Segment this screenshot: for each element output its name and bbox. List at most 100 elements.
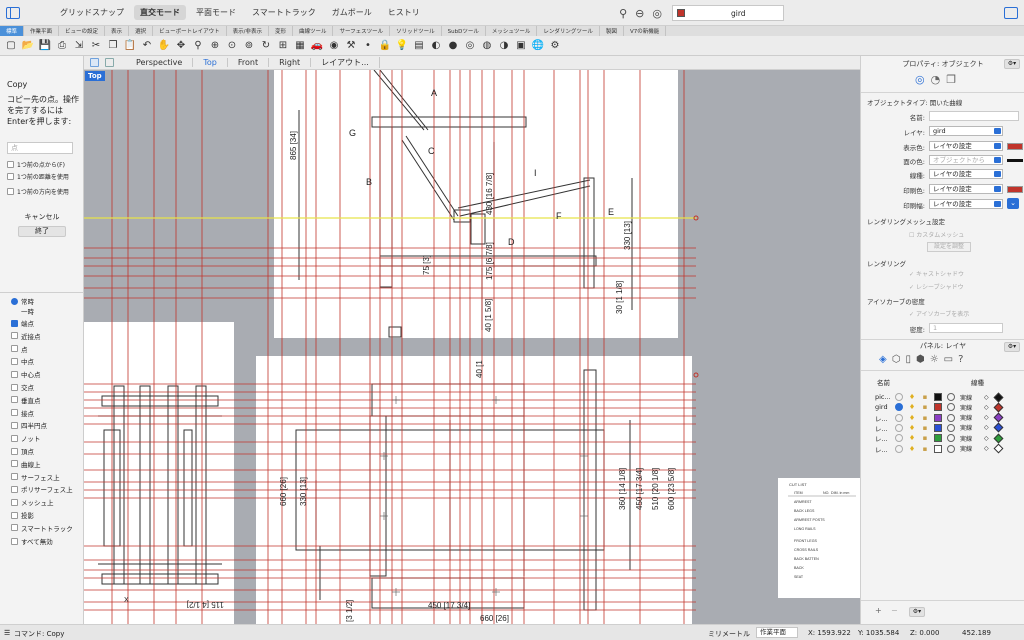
- checkbox[interactable]: [11, 460, 18, 468]
- checkbox[interactable]: [11, 345, 18, 353]
- checkbox[interactable]: [11, 421, 18, 429]
- print-color-diamond[interactable]: [993, 443, 1004, 454]
- sun-icon[interactable]: ☼: [930, 354, 939, 365]
- chevron-down-icon[interactable]: ⌄: [1007, 198, 1019, 209]
- lock-icon[interactable]: ▪: [921, 403, 929, 411]
- layer-row[interactable]: レ... ♦ ▪ 実線 ◇: [875, 412, 1024, 423]
- filter-icon[interactable]: ⚲: [619, 7, 627, 20]
- checkbox[interactable]: [11, 524, 18, 532]
- checkbox[interactable]: [11, 473, 18, 481]
- receive-shadows-option[interactable]: ✓ レシーブシャドウ: [909, 282, 964, 291]
- viewport-layout-icon[interactable]: [90, 58, 99, 67]
- print-color-diamond[interactable]: [993, 412, 1004, 423]
- toolbar-tab[interactable]: メッシュツール: [486, 26, 538, 36]
- custom-mesh-option[interactable]: ☐ カスタムメッシュ: [909, 230, 964, 239]
- bulb-icon[interactable]: ♦: [908, 434, 916, 442]
- osnap-item[interactable]: 端点: [11, 318, 34, 328]
- viewport-maximize-icon[interactable]: [105, 58, 114, 67]
- mode-grid-snap[interactable]: グリッドスナップ: [54, 5, 130, 20]
- dark-sphere-icon[interactable]: ◑: [497, 39, 511, 53]
- paste-icon[interactable]: 📋: [123, 39, 137, 53]
- osnap-item[interactable]: 四半円点: [11, 420, 47, 430]
- toolbar-tab[interactable]: V7の新機能: [624, 26, 667, 36]
- cancel-button[interactable]: キャンセル: [20, 212, 64, 222]
- lock-icon[interactable]: ▪: [921, 393, 929, 401]
- layer-color-swatch[interactable]: [934, 423, 942, 432]
- checkbox[interactable]: [7, 173, 14, 180]
- checkbox[interactable]: [11, 447, 18, 455]
- print-color-diamond[interactable]: [993, 422, 1004, 433]
- layer-color-swatch[interactable]: [934, 413, 942, 422]
- rotate-view-icon[interactable]: ↻: [259, 39, 273, 53]
- osnap-item[interactable]: 接点: [11, 408, 34, 418]
- option-use-last-distance[interactable]: 1つ前の距離を使用: [7, 172, 69, 181]
- right-sidebar-toggle-icon[interactable]: [1004, 7, 1018, 19]
- layer-row[interactable]: レ... ♦ ▪ 実線 ◇: [875, 422, 1024, 433]
- osnap-disable-all[interactable]: すべて無効: [11, 536, 53, 546]
- material-circle-icon[interactable]: [947, 423, 955, 432]
- layer-color-swatch[interactable]: [934, 434, 942, 443]
- bulb-icon[interactable]: ♦: [908, 403, 916, 411]
- print-color-diamond[interactable]: [993, 433, 1004, 444]
- osnap-item[interactable]: 垂直点: [11, 395, 41, 405]
- density-field[interactable]: 1: [929, 323, 1003, 333]
- face-color-select[interactable]: オブジェクトから: [929, 155, 1003, 165]
- osnap-item[interactable]: メッシュ上: [11, 497, 54, 507]
- layer-row[interactable]: レ... ♦ ▪ 実線 ◇: [875, 433, 1024, 443]
- bulb-icon[interactable]: ♦: [908, 414, 916, 422]
- osnap-item[interactable]: 中心点: [11, 369, 41, 379]
- mode-gumball[interactable]: ガムボール: [326, 5, 378, 20]
- cplane-select[interactable]: 作業平面: [756, 627, 798, 638]
- bulb-icon[interactable]: ♦: [908, 445, 916, 453]
- checkbox[interactable]: [11, 537, 18, 545]
- add-layer-button[interactable]: +: [875, 606, 882, 615]
- tab-front[interactable]: Front: [228, 58, 270, 67]
- layer-color-swatch[interactable]: [934, 393, 942, 401]
- checkbox[interactable]: [7, 161, 14, 168]
- pages-icon[interactable]: ❐: [946, 73, 956, 86]
- 4-views-icon[interactable]: ⊞: [276, 39, 290, 53]
- command-list-icon[interactable]: ☰: [4, 629, 10, 637]
- sphere-icon[interactable]: ◎: [463, 39, 477, 53]
- tab-top[interactable]: Top: [193, 58, 228, 67]
- osnap-item[interactable]: 頂点: [11, 446, 34, 456]
- bulb-icon[interactable]: 💡: [395, 39, 409, 53]
- mode-smart-track[interactable]: スマートトラック: [246, 5, 322, 20]
- bulb-icon[interactable]: ♦: [908, 424, 916, 432]
- osnap-item[interactable]: ノット: [11, 433, 40, 443]
- bulb-icon[interactable]: ♦: [908, 393, 916, 401]
- checkbox[interactable]: [11, 370, 18, 378]
- tool-icon[interactable]: ⚒: [344, 39, 358, 53]
- checkbox[interactable]: [7, 188, 14, 195]
- toolbar-tab[interactable]: ビューの設定: [59, 26, 106, 36]
- toolbar-tab[interactable]: 曲線ツール: [293, 26, 334, 36]
- zoom-extents-icon[interactable]: ⊙: [225, 39, 239, 53]
- checkbox[interactable]: [11, 485, 18, 493]
- layer-gear-icon[interactable]: ⚙▾: [909, 607, 925, 617]
- material-icon[interactable]: ◔: [931, 73, 941, 86]
- toolbar-tab[interactable]: 標準: [0, 26, 25, 36]
- layer-row[interactable]: gird ♦ ▪ 実線 ◇: [875, 402, 1024, 413]
- toolbar-tab[interactable]: 作業平面: [24, 26, 60, 36]
- zoom-window-icon[interactable]: ⊕: [208, 39, 222, 53]
- box-icon[interactable]: ⬢: [916, 354, 925, 365]
- current-layer-indicator-icon[interactable]: [895, 403, 903, 412]
- cast-shadows-option[interactable]: ✓ キャストシャドウ: [909, 269, 964, 278]
- undo-icon[interactable]: ↶: [140, 39, 154, 53]
- material-circle-icon[interactable]: [947, 403, 955, 412]
- cut-icon[interactable]: ✂: [89, 39, 103, 53]
- checkbox[interactable]: [11, 498, 18, 506]
- toolbar-tab[interactable]: ビューポートレイアウト: [153, 26, 227, 36]
- current-layer-indicator-icon[interactable]: [895, 393, 903, 401]
- car-icon[interactable]: 🚗: [310, 39, 324, 53]
- tab-perspective[interactable]: Perspective: [126, 58, 194, 67]
- globe-icon[interactable]: 🌐: [531, 39, 545, 53]
- checkbox[interactable]: [11, 434, 18, 442]
- print-icon[interactable]: ⎙: [55, 39, 69, 53]
- adjust-settings-button[interactable]: 設定を調整: [927, 242, 971, 252]
- option-from-last-point[interactable]: 1つ前の点から(F): [7, 160, 65, 169]
- lock-icon[interactable]: ▪: [921, 414, 929, 422]
- top-viewport[interactable]: A G C B I F E D 865 [34] 430 [16 7/8] 17…: [84, 70, 860, 624]
- point-icon[interactable]: •: [361, 39, 375, 53]
- current-layer-selector[interactable]: gird: [672, 5, 784, 21]
